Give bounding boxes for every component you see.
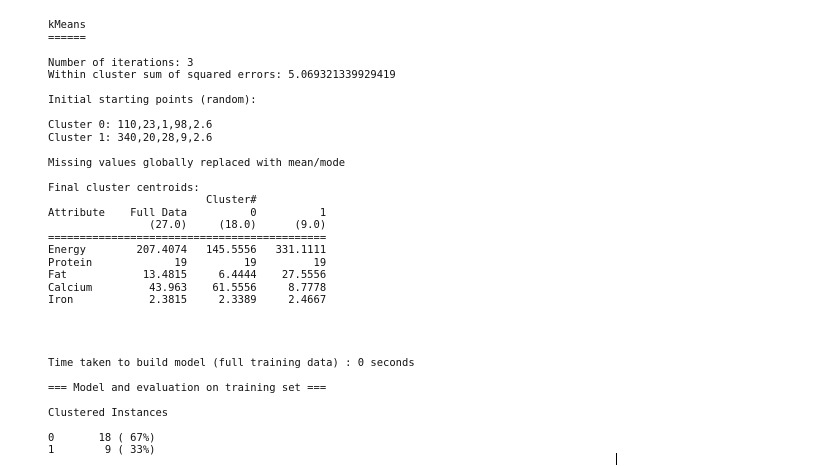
clusterer-output-panel[interactable]: kMeans ====== Number of iterations: 3 Wi… xyxy=(0,0,839,466)
clusterer-output-text[interactable]: kMeans ====== Number of iterations: 3 Wi… xyxy=(48,19,415,457)
text-cursor xyxy=(616,453,617,465)
